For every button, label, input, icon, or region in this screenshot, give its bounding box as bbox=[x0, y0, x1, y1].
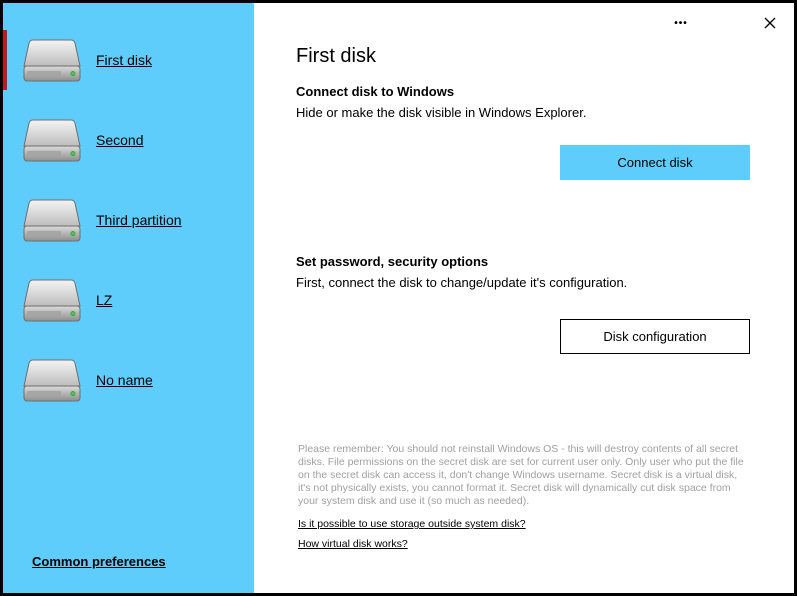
warning-notice: Please remember: You should not reinstal… bbox=[298, 443, 744, 507]
disk-item[interactable]: First disk bbox=[3, 30, 254, 90]
active-indicator bbox=[3, 30, 7, 90]
hard-disk-icon bbox=[23, 119, 81, 162]
connect-disk-button[interactable]: Connect disk bbox=[560, 145, 750, 180]
sidebar: First disk Second Third partition LZ No … bbox=[3, 3, 254, 593]
hard-disk-icon bbox=[23, 199, 81, 242]
security-section-description: First, connect the disk to change/update… bbox=[296, 275, 628, 290]
app-window: First disk Second Third partition LZ No … bbox=[0, 0, 797, 596]
connect-section-description: Hide or make the disk visible in Windows… bbox=[296, 105, 587, 120]
disk-configuration-button[interactable]: Disk configuration bbox=[560, 319, 750, 354]
main-panel: First disk Connect disk to Windows Hide … bbox=[254, 3, 794, 593]
disk-item[interactable]: No name bbox=[3, 350, 254, 410]
storage-outside-link[interactable]: Is it possible to use storage outside sy… bbox=[298, 518, 526, 530]
disk-item-label[interactable]: Second bbox=[96, 132, 143, 148]
disk-item[interactable]: Second bbox=[3, 110, 254, 170]
disk-item-label[interactable]: No name bbox=[96, 372, 153, 388]
disk-item[interactable]: Third partition bbox=[3, 190, 254, 250]
disk-item-label[interactable]: Third partition bbox=[96, 212, 182, 228]
disk-item[interactable]: LZ bbox=[3, 270, 254, 330]
common-preferences-link[interactable]: Common preferences bbox=[32, 554, 166, 569]
disk-item-label[interactable]: First disk bbox=[96, 52, 152, 68]
disk-item-label[interactable]: LZ bbox=[96, 292, 112, 308]
how-virtual-disk-link[interactable]: How virtual disk works? bbox=[298, 538, 408, 550]
hard-disk-icon bbox=[23, 39, 81, 82]
page-title: First disk bbox=[296, 45, 376, 67]
hard-disk-icon bbox=[23, 359, 81, 402]
hard-disk-icon bbox=[23, 279, 81, 322]
connect-section-heading: Connect disk to Windows bbox=[296, 84, 455, 99]
security-section-heading: Set password, security options bbox=[296, 254, 489, 269]
